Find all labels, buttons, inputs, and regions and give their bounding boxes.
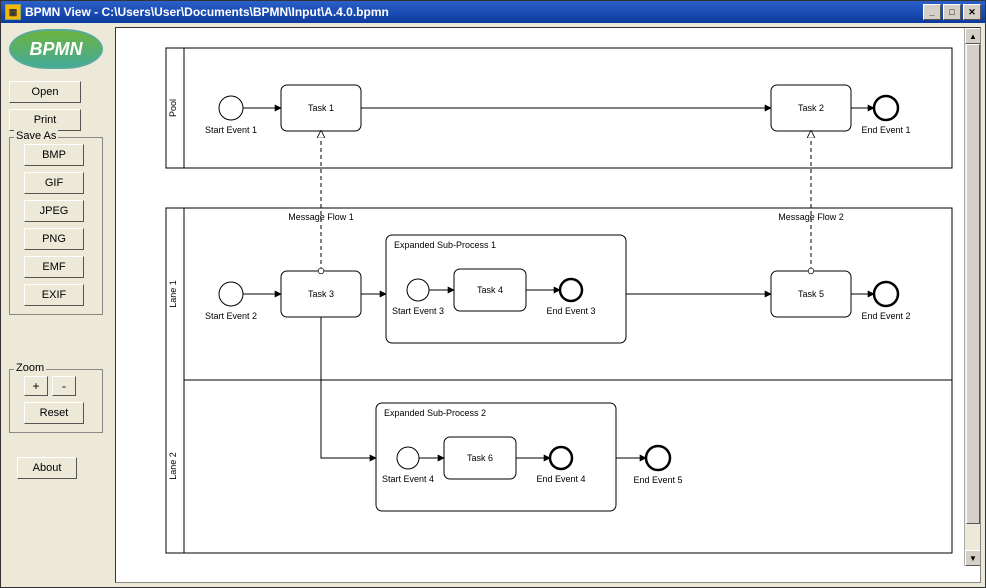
end-event-4[interactable]	[550, 447, 572, 469]
lane-1-label: Lane 1	[168, 280, 178, 308]
zoom-group: Zoom + - Reset	[9, 369, 103, 433]
app-icon: ▦	[5, 4, 21, 20]
start-event-2-label: Start Event 2	[205, 311, 257, 321]
end-event-5-label: End Event 5	[633, 475, 682, 485]
bpmn-diagram-svg: Pool Start Event 1 Task 1 Task 2 End Eve…	[116, 28, 962, 583]
message-flow-2-label: Message Flow 2	[778, 212, 844, 222]
sub-process-1-label: Expanded Sub-Process 1	[394, 240, 496, 250]
task-5-label: Task 5	[798, 289, 824, 299]
zoom-legend: Zoom	[14, 362, 46, 374]
start-event-2[interactable]	[219, 282, 243, 306]
end-event-3[interactable]	[560, 279, 582, 301]
close-button[interactable]: ✕	[963, 4, 981, 20]
save-bmp-button[interactable]: BMP	[24, 144, 84, 166]
start-event-4-label: Start Event 4	[382, 474, 434, 484]
task-4-label: Task 4	[477, 285, 503, 295]
end-event-4-label: End Event 4	[536, 474, 585, 484]
end-event-1[interactable]	[874, 96, 898, 120]
end-event-5[interactable]	[646, 446, 670, 470]
start-event-3[interactable]	[407, 279, 429, 301]
zoom-in-button[interactable]: +	[24, 376, 48, 396]
pool-1-label: Pool	[168, 99, 178, 117]
about-button[interactable]: About	[17, 457, 77, 479]
end-event-2-label: End Event 2	[861, 311, 910, 321]
task-6-label: Task 6	[467, 453, 493, 463]
save-gif-button[interactable]: GIF	[24, 172, 84, 194]
task-3-label: Task 3	[308, 289, 334, 299]
open-button[interactable]: Open	[9, 81, 81, 103]
diagram-canvas[interactable]: Pool Start Event 1 Task 1 Task 2 End Eve…	[115, 27, 981, 583]
minimize-button[interactable]: _	[923, 4, 941, 20]
start-event-1-label: Start Event 1	[205, 125, 257, 135]
window-title: BPMN View - C:\Users\User\Documents\BPMN…	[25, 5, 389, 19]
lane-2-label: Lane 2	[168, 452, 178, 480]
zoom-reset-button[interactable]: Reset	[24, 402, 84, 424]
message-flow-1-label: Message Flow 1	[288, 212, 354, 222]
start-event-4[interactable]	[397, 447, 419, 469]
start-event-1[interactable]	[219, 96, 243, 120]
save-jpeg-button[interactable]: JPEG	[24, 200, 84, 222]
titlebar: ▦ BPMN View - C:\Users\User\Documents\BP…	[1, 1, 985, 23]
sub-process-2-label: Expanded Sub-Process 2	[384, 408, 486, 418]
end-event-2[interactable]	[874, 282, 898, 306]
save-png-button[interactable]: PNG	[24, 228, 84, 250]
flow-task3-sub2	[321, 317, 376, 458]
vertical-scrollbar[interactable]: ▲ ▼	[964, 28, 980, 566]
scroll-up-button[interactable]: ▲	[965, 28, 981, 44]
sidebar: BPMN Open Print Save As BMP GIF JPEG PNG…	[1, 23, 111, 587]
print-button[interactable]: Print	[9, 109, 81, 131]
task-2-label: Task 2	[798, 103, 824, 113]
start-event-3-label: Start Event 3	[392, 306, 444, 316]
end-event-1-label: End Event 1	[861, 125, 910, 135]
scroll-thumb[interactable]	[966, 44, 980, 524]
maximize-button[interactable]: □	[943, 4, 961, 20]
scroll-down-button[interactable]: ▼	[965, 550, 981, 566]
task-1-label: Task 1	[308, 103, 334, 113]
save-as-group: Save As BMP GIF JPEG PNG EMF EXIF	[9, 137, 103, 315]
zoom-out-button[interactable]: -	[52, 376, 76, 396]
bpmn-logo: BPMN	[9, 29, 103, 69]
save-as-legend: Save As	[14, 130, 58, 142]
save-exif-button[interactable]: EXIF	[24, 284, 84, 306]
end-event-3-label: End Event 3	[546, 306, 595, 316]
save-emf-button[interactable]: EMF	[24, 256, 84, 278]
